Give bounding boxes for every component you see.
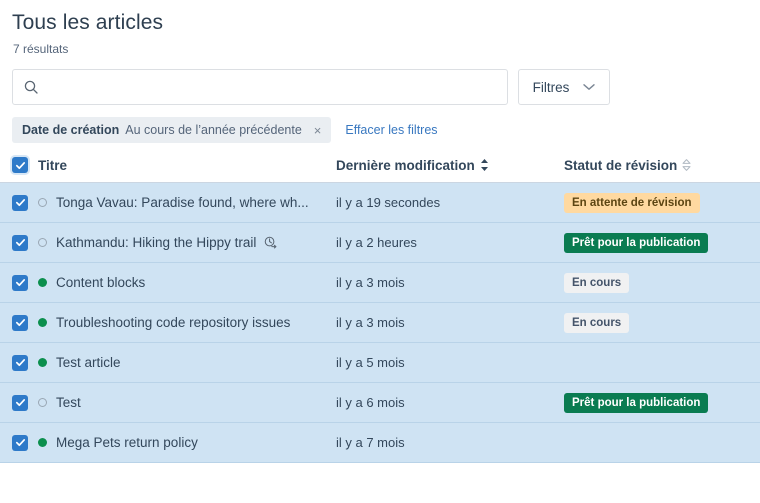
draft-status-dot (38, 238, 47, 247)
cell-last-modified: il y a 2 heures (336, 235, 564, 250)
row-title-label[interactable]: Troubleshooting code repository issues (56, 315, 290, 330)
column-header-title[interactable]: Titre (12, 157, 336, 173)
scheduled-clock-icon (263, 235, 278, 250)
filter-chip-value: Au cours de l’année précédente (125, 123, 302, 137)
cell-last-modified: il y a 3 mois (336, 275, 564, 290)
row-last-modified-label: il y a 2 heures (336, 235, 417, 250)
close-icon[interactable]: × (311, 122, 325, 139)
cell-review-status: En attente de révision (564, 192, 748, 213)
table-row[interactable]: Mega Pets return policy il y a 7 mois (0, 423, 760, 463)
cell-title: Kathmandu: Hiking the Hippy trail (12, 234, 336, 251)
cell-last-modified: il y a 5 mois (336, 355, 564, 370)
cell-last-modified: il y a 19 secondes (336, 195, 564, 210)
cell-title: Test (12, 394, 336, 411)
status-badge: Prêt pour la publication (564, 392, 709, 413)
cell-title: Tonga Vavau: Paradise found, where wh... (12, 194, 336, 211)
filters-button-label: Filtres (532, 79, 570, 95)
page-title: Tous les articles (12, 11, 164, 34)
row-checkbox[interactable] (12, 394, 28, 411)
cell-title: Test article (12, 354, 336, 371)
row-checkbox[interactable] (12, 194, 28, 211)
cell-review-status: En cours (564, 272, 748, 293)
sort-active-icon[interactable] (480, 158, 489, 172)
table-row[interactable]: Test article il y a 5 mois (0, 343, 760, 383)
table-row[interactable]: Content blocks il y a 3 mois En cours (0, 263, 760, 303)
filter-chip-date-creation[interactable]: Date de création Au cours de l’année pré… (12, 117, 332, 143)
table-row[interactable]: Tonga Vavau: Paradise found, where wh...… (0, 183, 760, 223)
table-row[interactable]: Kathmandu: Hiking the Hippy trail il y a … (0, 223, 760, 263)
chevron-down-icon (583, 83, 596, 91)
filter-chip-key: Date de création (22, 123, 120, 137)
clear-filters-link[interactable]: Effacer les filtres (345, 123, 437, 137)
search-input[interactable] (47, 69, 497, 105)
result-count: 7 résultats (13, 42, 69, 56)
row-checkbox[interactable] (12, 354, 28, 371)
published-status-dot (38, 358, 47, 367)
row-title-label[interactable]: Test (56, 395, 81, 410)
row-title-label[interactable]: Kathmandu: Hiking the Hippy trail (56, 235, 256, 250)
row-checkbox[interactable] (12, 434, 28, 451)
sort-inactive-icon[interactable] (682, 158, 691, 172)
search-icon (23, 79, 39, 95)
row-last-modified-label: il y a 5 mois (336, 355, 405, 370)
row-checkbox[interactable] (12, 314, 28, 331)
column-header-review-status-label: Statut de révision (564, 157, 678, 173)
active-filters-row: Date de création Au cours de l’année pré… (0, 105, 760, 143)
cell-title: Troubleshooting code repository issues (12, 314, 336, 331)
status-badge: Prêt pour la publication (564, 232, 709, 253)
column-header-title-label: Titre (38, 157, 68, 173)
published-status-dot (38, 438, 47, 447)
cell-review-status: En cours (564, 312, 748, 333)
row-title-label[interactable]: Content blocks (56, 275, 145, 290)
row-last-modified-label: il y a 3 mois (336, 315, 405, 330)
cell-title: Content blocks (12, 274, 336, 291)
cell-review-status: Prêt pour la publication (564, 232, 748, 253)
row-title-label[interactable]: Test article (56, 355, 121, 370)
row-checkbox[interactable] (12, 274, 28, 291)
row-title-label[interactable]: Mega Pets return policy (56, 435, 198, 450)
column-header-review-status[interactable]: Statut de révision (564, 158, 748, 173)
cell-review-status: Prêt pour la publication (564, 392, 748, 413)
status-badge: En cours (564, 272, 630, 293)
column-header-last-modified[interactable]: Dernière modification (336, 158, 564, 173)
published-status-dot (38, 318, 47, 327)
table-row[interactable]: Test il y a 6 mois Prêt pour la publicatio… (0, 383, 760, 423)
status-badge: En cours (564, 312, 630, 333)
select-all-checkbox[interactable] (12, 157, 28, 173)
cell-title: Mega Pets return policy (12, 434, 336, 451)
articles-table: Titre Dernière modification Statut de ré… (0, 157, 760, 463)
column-header-last-modified-label: Dernière modification (336, 157, 475, 173)
draft-status-dot (38, 398, 47, 407)
all-articles-page: Tous les articles 7 résultats Filtres Da (0, 0, 760, 503)
published-status-dot (38, 278, 47, 287)
cell-last-modified: il y a 6 mois (336, 395, 564, 410)
cell-last-modified: il y a 3 mois (336, 315, 564, 330)
filters-button[interactable]: Filtres (518, 69, 610, 105)
row-last-modified-label: il y a 3 mois (336, 275, 405, 290)
page-header: Tous les articles 7 résultats (0, 0, 760, 57)
table-body: Tonga Vavau: Paradise found, where wh...… (0, 183, 760, 463)
row-checkbox[interactable] (12, 234, 28, 251)
cell-last-modified: il y a 7 mois (336, 435, 564, 450)
draft-status-dot (38, 198, 47, 207)
row-title-label[interactable]: Tonga Vavau: Paradise found, where wh... (56, 195, 309, 210)
row-last-modified-label: il y a 7 mois (336, 435, 405, 450)
table-row[interactable]: Troubleshooting code repository issues il… (0, 303, 760, 343)
status-badge: En attente de révision (564, 192, 700, 213)
search-box[interactable] (12, 69, 508, 105)
row-last-modified-label: il y a 6 mois (336, 395, 405, 410)
table-header-row: Titre Dernière modification Statut de ré… (0, 157, 760, 183)
search-row: Filtres (0, 69, 760, 105)
row-last-modified-label: il y a 19 secondes (336, 195, 441, 210)
